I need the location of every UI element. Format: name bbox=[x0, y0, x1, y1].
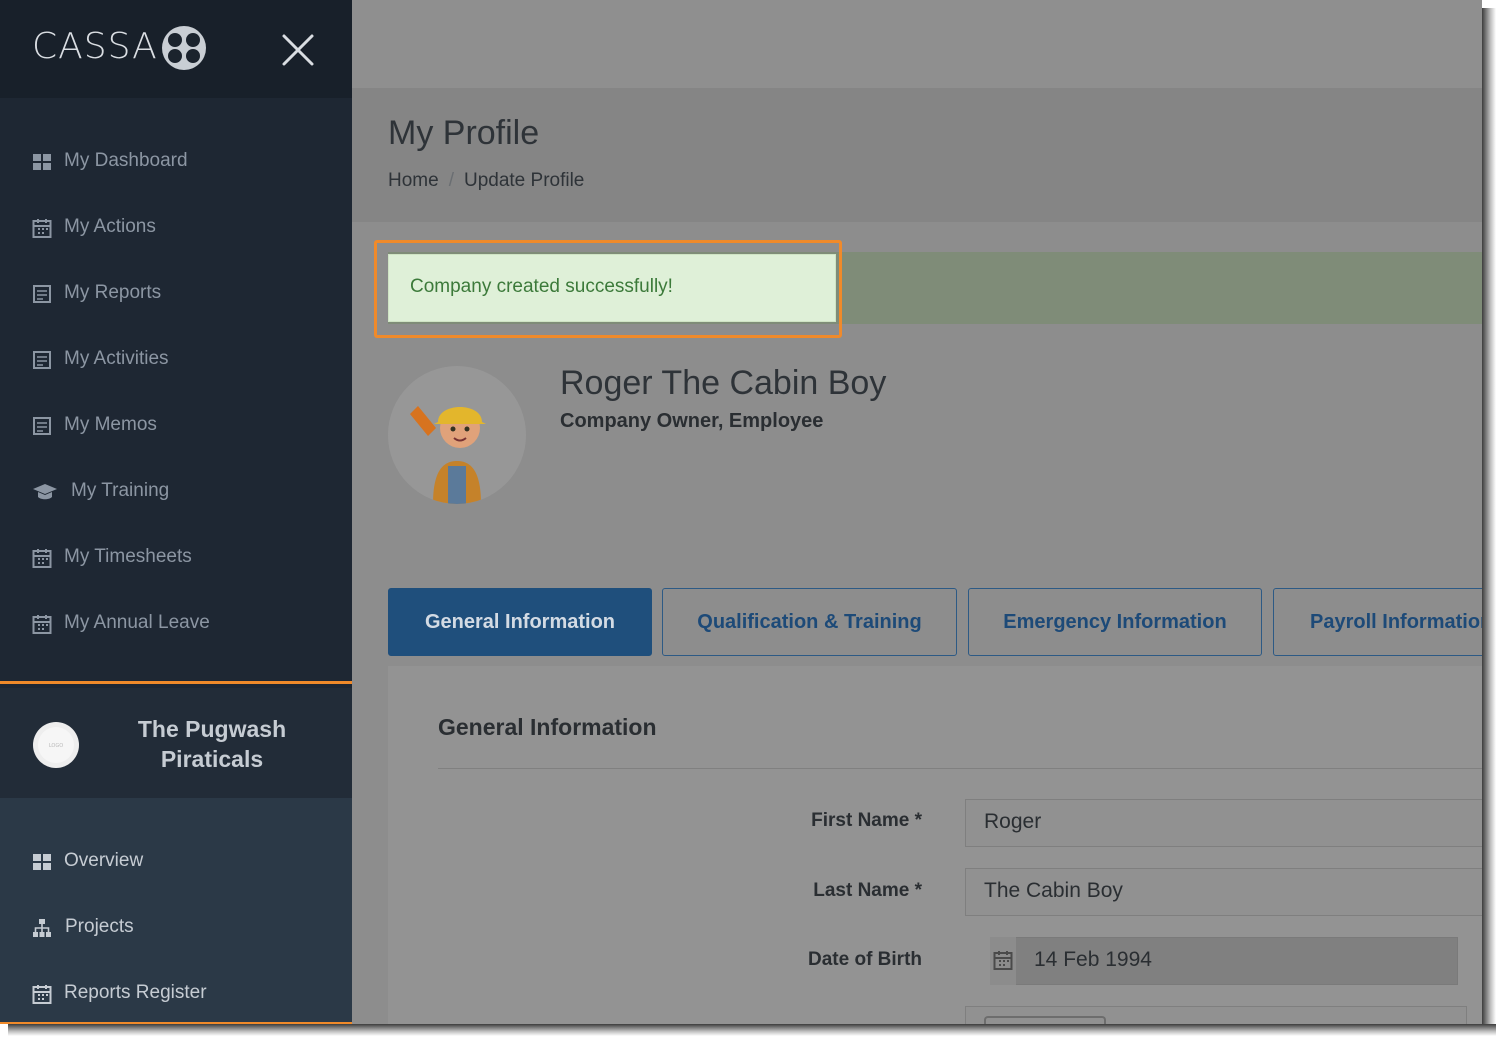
top-bar bbox=[352, 0, 1482, 88]
sidebar-item-label: My Dashboard bbox=[64, 150, 188, 171]
breadcrumb-current: Update Profile bbox=[463, 170, 585, 191]
sidebar-item-label: My Annual Leave bbox=[64, 612, 210, 633]
tab-payroll-information[interactable]: Payroll Information bbox=[1273, 588, 1482, 656]
tab-general-information[interactable]: General Information bbox=[388, 588, 652, 656]
last-name-field[interactable]: The Cabin Boy bbox=[965, 868, 1482, 916]
window-shadow-right bbox=[1482, 8, 1496, 1032]
sidebar-item-memos[interactable]: My Memos bbox=[0, 402, 352, 452]
avatar[interactable] bbox=[388, 366, 526, 504]
breadcrumb-home[interactable]: Home bbox=[388, 170, 439, 191]
page-header bbox=[352, 88, 1482, 222]
avatar-image bbox=[388, 366, 526, 504]
sidebar-item-label: My Training bbox=[71, 480, 170, 501]
calendar-icon bbox=[993, 951, 1013, 970]
page-title: My Profile bbox=[388, 114, 540, 152]
brand-name: CASSA bbox=[32, 26, 158, 67]
report-icon bbox=[33, 417, 51, 435]
cassa-logo-icon bbox=[162, 26, 206, 70]
report-icon bbox=[33, 351, 51, 369]
tab-qualification-training[interactable]: Qualification & Training bbox=[662, 588, 957, 656]
window-shadow-bottom bbox=[8, 1024, 1496, 1036]
profile-name: Roger The Cabin Boy bbox=[560, 364, 887, 402]
app-window: CASSA My Dashboard My Actions My Reports bbox=[0, 0, 1482, 1024]
first-name-field[interactable]: Roger bbox=[965, 799, 1482, 847]
section-title: General Information bbox=[438, 714, 657, 740]
sidebar-item-annual-leave[interactable]: My Annual Leave bbox=[0, 600, 352, 650]
next-field-control[interactable] bbox=[984, 1016, 1106, 1024]
sidebar-item-label: My Timesheets bbox=[64, 546, 192, 567]
sidebar-item-label: My Memos bbox=[64, 414, 157, 435]
sidebar-item-actions[interactable]: My Actions bbox=[0, 204, 352, 254]
report-icon bbox=[33, 285, 51, 303]
dob-calendar-button[interactable] bbox=[990, 937, 1016, 985]
sidebar-item-activities[interactable]: My Activities bbox=[0, 336, 352, 386]
sidebar-item-label: My Reports bbox=[64, 282, 162, 303]
alert-highlight-frame bbox=[374, 240, 842, 338]
section-divider bbox=[438, 768, 1482, 769]
calendar-icon bbox=[32, 549, 52, 568]
sidebar-item-timesheets[interactable]: My Timesheets bbox=[0, 534, 352, 584]
sidebar-item-reports[interactable]: My Reports bbox=[0, 270, 352, 320]
last-name-label: Last Name * bbox=[813, 880, 922, 901]
dob-value: 14 Feb 1994 bbox=[1034, 948, 1152, 971]
sidebar-item-dashboard[interactable]: My Dashboard bbox=[0, 138, 352, 188]
sidebar-item-label: My Activities bbox=[64, 348, 169, 369]
graduation-cap-icon bbox=[33, 484, 57, 500]
sidebar-item-training[interactable]: My Training bbox=[0, 468, 352, 518]
tab-emergency-information[interactable]: Emergency Information bbox=[968, 588, 1262, 656]
calendar-icon bbox=[32, 615, 52, 634]
company-highlight-frame bbox=[0, 681, 366, 1024]
dashboard-icon bbox=[33, 154, 51, 170]
profile-roles: Company Owner, Employee bbox=[560, 410, 824, 432]
close-sidebar-icon[interactable] bbox=[280, 32, 316, 68]
sidebar-item-label: My Actions bbox=[64, 216, 156, 237]
first-name-label: First Name * bbox=[811, 810, 922, 831]
breadcrumb-separator: / bbox=[448, 170, 454, 191]
brand-header: CASSA bbox=[0, 0, 352, 98]
dob-label: Date of Birth bbox=[808, 949, 922, 970]
breadcrumb: Home / Update Profile bbox=[388, 170, 584, 192]
calendar-icon bbox=[32, 219, 52, 238]
